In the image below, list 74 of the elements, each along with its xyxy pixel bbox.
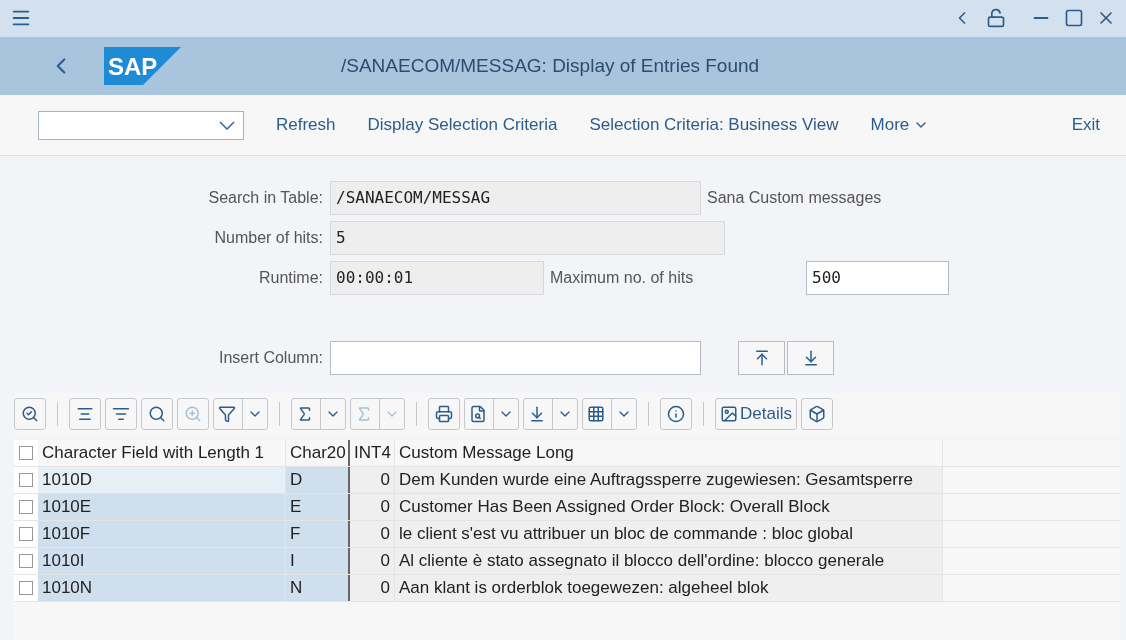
- toolbar-menu-button[interactable]: [213, 398, 268, 431]
- zoom-in-icon: [184, 405, 202, 424]
- checkbox[interactable]: [19, 580, 33, 595]
- field-label: Maximum no. of hits: [550, 268, 695, 287]
- cube-icon: [807, 405, 826, 424]
- field-label: Number of hits:: [213, 228, 324, 247]
- table-cell: F: [286, 520, 350, 547]
- chevron-down-icon: [219, 120, 235, 130]
- field-label: Insert Column:: [217, 348, 324, 367]
- toolbar-button[interactable]: Selection Criteria: Business View: [583, 111, 845, 140]
- table-cell: 0: [350, 547, 395, 574]
- table-cell: 0: [350, 574, 395, 601]
- input-field[interactable]: 00:00:01: [330, 260, 544, 295]
- checkbox[interactable]: [19, 553, 33, 568]
- details-button[interactable]: Details: [715, 398, 797, 431]
- toolbar-icon-button[interactable]: [660, 398, 692, 431]
- table-cell: D: [286, 466, 350, 493]
- toolbar-icon-button[interactable]: [105, 398, 137, 431]
- maximize-icon[interactable]: [1064, 8, 1084, 29]
- table-cell: 0: [350, 520, 395, 547]
- input-field[interactable]: /SANAECOM/MESSAG: [330, 180, 701, 215]
- checkbox[interactable]: [19, 526, 33, 541]
- move-up-button[interactable]: [738, 340, 785, 375]
- toolbar-menu-button[interactable]: [523, 398, 578, 431]
- zoom-check-icon: [21, 405, 39, 424]
- toolbar-icon-button[interactable]: [69, 398, 101, 431]
- image-icon: [720, 405, 738, 424]
- table-cell: 1010F: [38, 520, 286, 547]
- table-cell: 0: [350, 493, 395, 520]
- table-cell: 1010I: [38, 547, 286, 574]
- table-cell: Al cliente è stato assegnato il blocco dell'ordine: blocco generale: [395, 547, 943, 574]
- toolbar-button[interactable]: Refresh: [270, 111, 342, 140]
- toolbar-menu-button[interactable]: [291, 398, 346, 431]
- table-cell: 0: [350, 466, 395, 493]
- toolbar-icon-button[interactable]: [14, 398, 46, 431]
- toolbar-menu-button[interactable]: [464, 398, 519, 431]
- toolbar-icon-button[interactable]: [428, 398, 460, 431]
- table-cell: I: [286, 547, 350, 574]
- move-down-button[interactable]: [787, 340, 834, 375]
- table-cell: 1010N: [38, 574, 286, 601]
- table-description: Sana Custom messages: [707, 188, 882, 207]
- toolbar-icon-button[interactable]: [141, 398, 173, 431]
- field-label: Runtime:: [257, 268, 324, 287]
- checkbox[interactable]: [19, 445, 33, 460]
- funnel-icon: [218, 405, 236, 424]
- window-title: /SANAECOM/MESSAG: Display of Entries Found: [341, 55, 760, 78]
- table-cell: Dem Kunden wurde eine Auftragssperre zugewiesen: Gesamtsperre: [395, 466, 943, 493]
- input-field[interactable]: 5: [330, 220, 725, 255]
- logo-icon: SAP: [104, 47, 181, 86]
- search-icon: [148, 405, 166, 424]
- printer-icon: [435, 405, 453, 424]
- unlocked-padlock-icon[interactable]: [986, 8, 1006, 29]
- toolbar-menu-button[interactable]: [582, 398, 637, 431]
- table-cell: 1010E: [38, 493, 286, 520]
- input-field[interactable]: 500: [806, 260, 949, 295]
- download-icon: [528, 405, 546, 424]
- input-field[interactable]: [330, 340, 701, 375]
- checkbox[interactable]: [19, 472, 33, 487]
- dropdown-field[interactable]: [38, 110, 244, 140]
- toolbar-icon-button[interactable]: [800, 398, 833, 431]
- field-label: Search in Table:: [207, 188, 324, 207]
- table-cell: Aan klant is orderblok toegewezen: algeheel blok: [395, 574, 943, 601]
- more-button[interactable]: More: [864, 111, 936, 140]
- info-icon: [667, 405, 685, 424]
- table-cell: 1010D: [38, 466, 286, 493]
- document-search-icon: [469, 405, 487, 424]
- grid-icon: [587, 405, 605, 424]
- table-cell: E: [286, 493, 350, 520]
- table-cell: N: [286, 574, 350, 601]
- table-cell: Customer Has Been Assigned Order Block: Overall Block: [395, 493, 943, 520]
- table-cell: le client s'est vu attribuer un bloc de commande : bloc global: [395, 520, 943, 547]
- checkbox[interactable]: [19, 499, 33, 514]
- exit-button[interactable]: Exit: [1065, 111, 1106, 140]
- toolbar-button[interactable]: Display Selection Criteria: [361, 111, 564, 140]
